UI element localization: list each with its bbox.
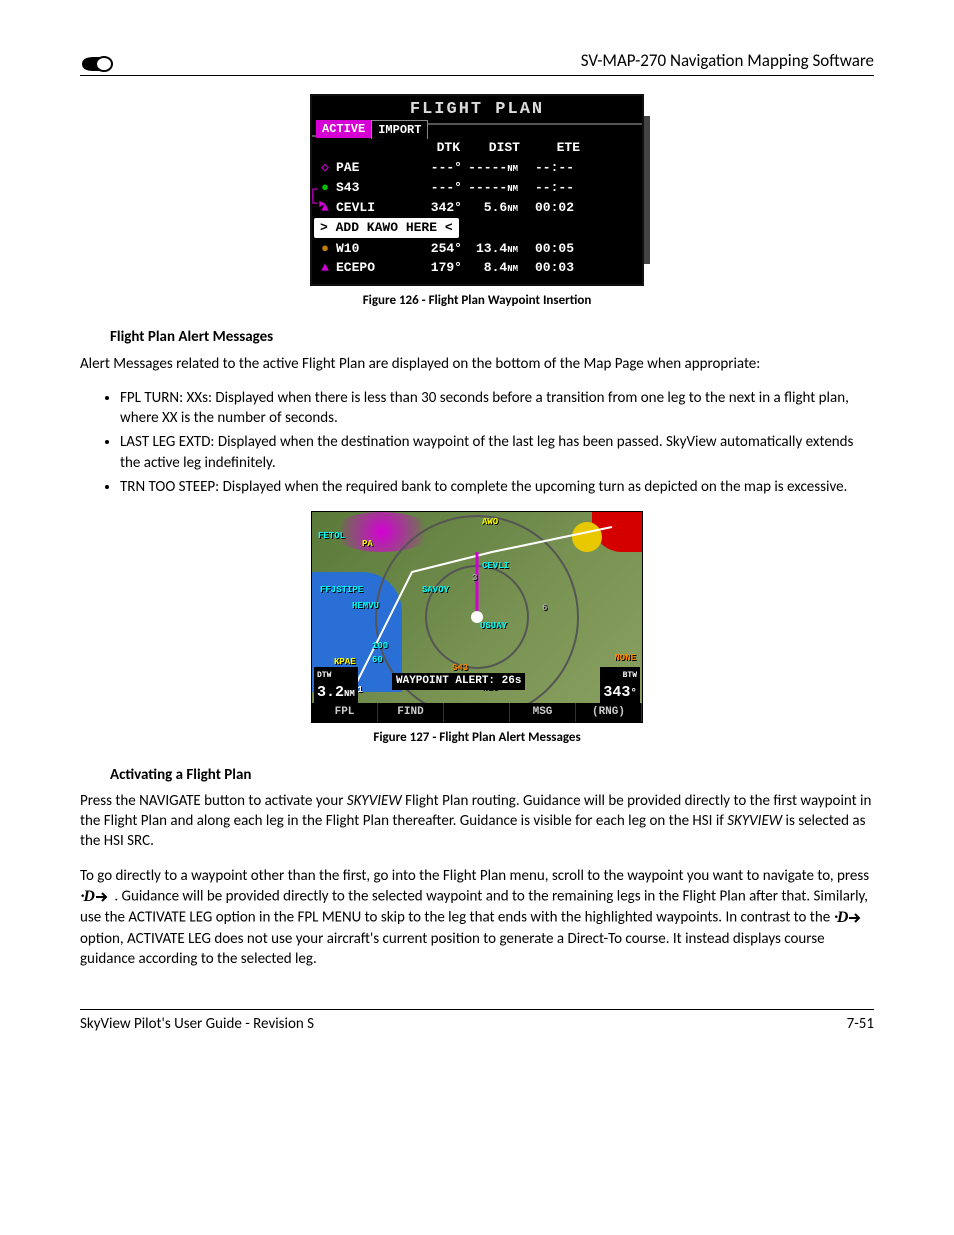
dist-val: -----NM (466, 159, 518, 177)
map-label: 60 (372, 654, 383, 666)
fp-row: ▲ ECEPO 179° 8.4NM 00:03 (312, 258, 642, 278)
dist-val: 5.6NM (466, 199, 518, 217)
btw-readout: BTW 343° (600, 667, 640, 704)
direct-to-icon: D (834, 909, 865, 927)
fp-row: ◇ PAE ---° -----NM --:-- (312, 158, 642, 178)
map-label: SAVOY (422, 584, 449, 596)
softkey-fpl[interactable]: FPL (312, 703, 378, 722)
ete-val: --:-- (522, 159, 574, 177)
activate-paragraph-2: To go directly to a waypoint other than … (80, 866, 874, 970)
wp-label: ECEPO (336, 259, 406, 277)
flight-plan-title: FLIGHT PLAN (312, 96, 642, 123)
map-label: USUAY (480, 620, 507, 632)
ete-val: 00:02 (522, 199, 574, 217)
map-label: PA (362, 538, 373, 550)
dtk-val: ---° (410, 179, 462, 197)
ete-val: 00:03 (522, 259, 574, 277)
ete-val: 00:05 (522, 240, 574, 258)
alert-bullet-list: FPL TURN: XXs: Displayed when there is l… (102, 388, 874, 497)
ete-val: --:-- (522, 179, 574, 197)
doc-title: SV-MAP-270 Navigation Mapping Software (581, 50, 874, 73)
waypoint-icon: ▲ (318, 259, 332, 277)
wp-label: CEVLI (336, 199, 406, 217)
map-label: FETOL (318, 530, 345, 542)
dist-val: -----NM (466, 179, 518, 197)
dtk-val: 342° (410, 199, 462, 217)
map-ring-label: 3 (472, 572, 477, 584)
col-ete: ETE (520, 139, 580, 157)
waypoint-alert-banner: WAYPOINT ALERT: 26s (392, 673, 525, 690)
section-heading-alert-messages: Flight Plan Alert Messages (110, 327, 874, 347)
section-heading-activating: Activating a Flight Plan (110, 765, 874, 785)
alert-intro-paragraph: Alert Messages related to the active Fli… (80, 354, 874, 374)
airport-icon: ● (318, 240, 332, 258)
dtw-readout: DTW 3.2NM (314, 667, 358, 704)
softkey-msg[interactable]: MSG (510, 703, 576, 722)
map-label: FFJSTIPE (320, 584, 363, 596)
page-footer: SkyView Pilot's User Guide - Revision S … (80, 1009, 874, 1034)
direct-to-icon: D (80, 887, 111, 905)
col-dist: DIST (460, 139, 520, 157)
wp-label: S43 (336, 179, 406, 197)
alert-bullet: LAST LEG EXTD: Displayed when the destin… (120, 432, 874, 473)
map-label: AWO (482, 516, 498, 528)
dtk-val: 179° (410, 259, 462, 277)
softkey-blank (444, 703, 510, 722)
col-dtk: DTK (400, 139, 460, 157)
page-header: SV-MAP-270 Navigation Mapping Software (80, 50, 874, 76)
map-label: CEVLI (482, 560, 509, 572)
softkey-find[interactable]: FIND (378, 703, 444, 722)
footer-left: SkyView Pilot's User Guide - Revision S (80, 1014, 314, 1034)
flight-plan-columns: DTK DIST ETE (312, 137, 642, 159)
alert-bullet: FPL TURN: XXs: Displayed when there is l… (120, 388, 874, 429)
wp-label: W10 (336, 240, 406, 258)
insert-waypoint-row[interactable]: > ADD KAWO HERE < (314, 218, 459, 238)
figure-127-caption: Figure 127 - Flight Plan Alert Messages (80, 729, 874, 747)
map-label: 100 (372, 640, 388, 652)
flight-plan-screenshot: FLIGHT PLAN ACTIVE IMPORT DTK DIST ETE ◇… (310, 94, 644, 286)
airport-icon: ◇ (318, 159, 332, 177)
dist-val: 8.4NM (466, 259, 518, 277)
map-alert-screenshot: FETOL PA AWO CEVLI SAVOY HEMVU FFJSTIPE … (311, 511, 643, 723)
softkey-rng[interactable]: (RNG) (576, 703, 642, 722)
fp-row: ┌ ● S43 ---° -----NM --:-- (312, 178, 642, 198)
dtk-val: ---° (410, 159, 462, 177)
fp-row: ● W10 254° 13.4NM 00:05 (312, 239, 642, 259)
map-label: HEMVU (352, 600, 379, 612)
map-label: NONE (614, 652, 636, 664)
bracket-bottom-icon: └▸ (308, 194, 327, 216)
dist-val: 13.4NM (466, 240, 518, 258)
dynon-logo-icon (80, 55, 114, 73)
tab-import[interactable]: IMPORT (371, 120, 428, 139)
tab-active[interactable]: ACTIVE (316, 120, 371, 138)
figure-126-caption: Figure 126 - Flight Plan Waypoint Insert… (80, 292, 874, 310)
footer-right: 7-51 (847, 1014, 874, 1034)
fp-row: └▸ ▲ CEVLI 342° 5.6NM 00:02 (312, 198, 642, 218)
activate-paragraph-1: Press the NAVIGATE button to activate yo… (80, 791, 874, 852)
dtk-val: 254° (410, 240, 462, 258)
map-softkey-bar: FPL FIND MSG (RNG) (312, 703, 642, 722)
wp-label: PAE (336, 159, 406, 177)
alert-bullet: TRN TOO STEEP: Displayed when the requir… (120, 477, 874, 497)
map-ring-label: 6 (542, 602, 547, 614)
